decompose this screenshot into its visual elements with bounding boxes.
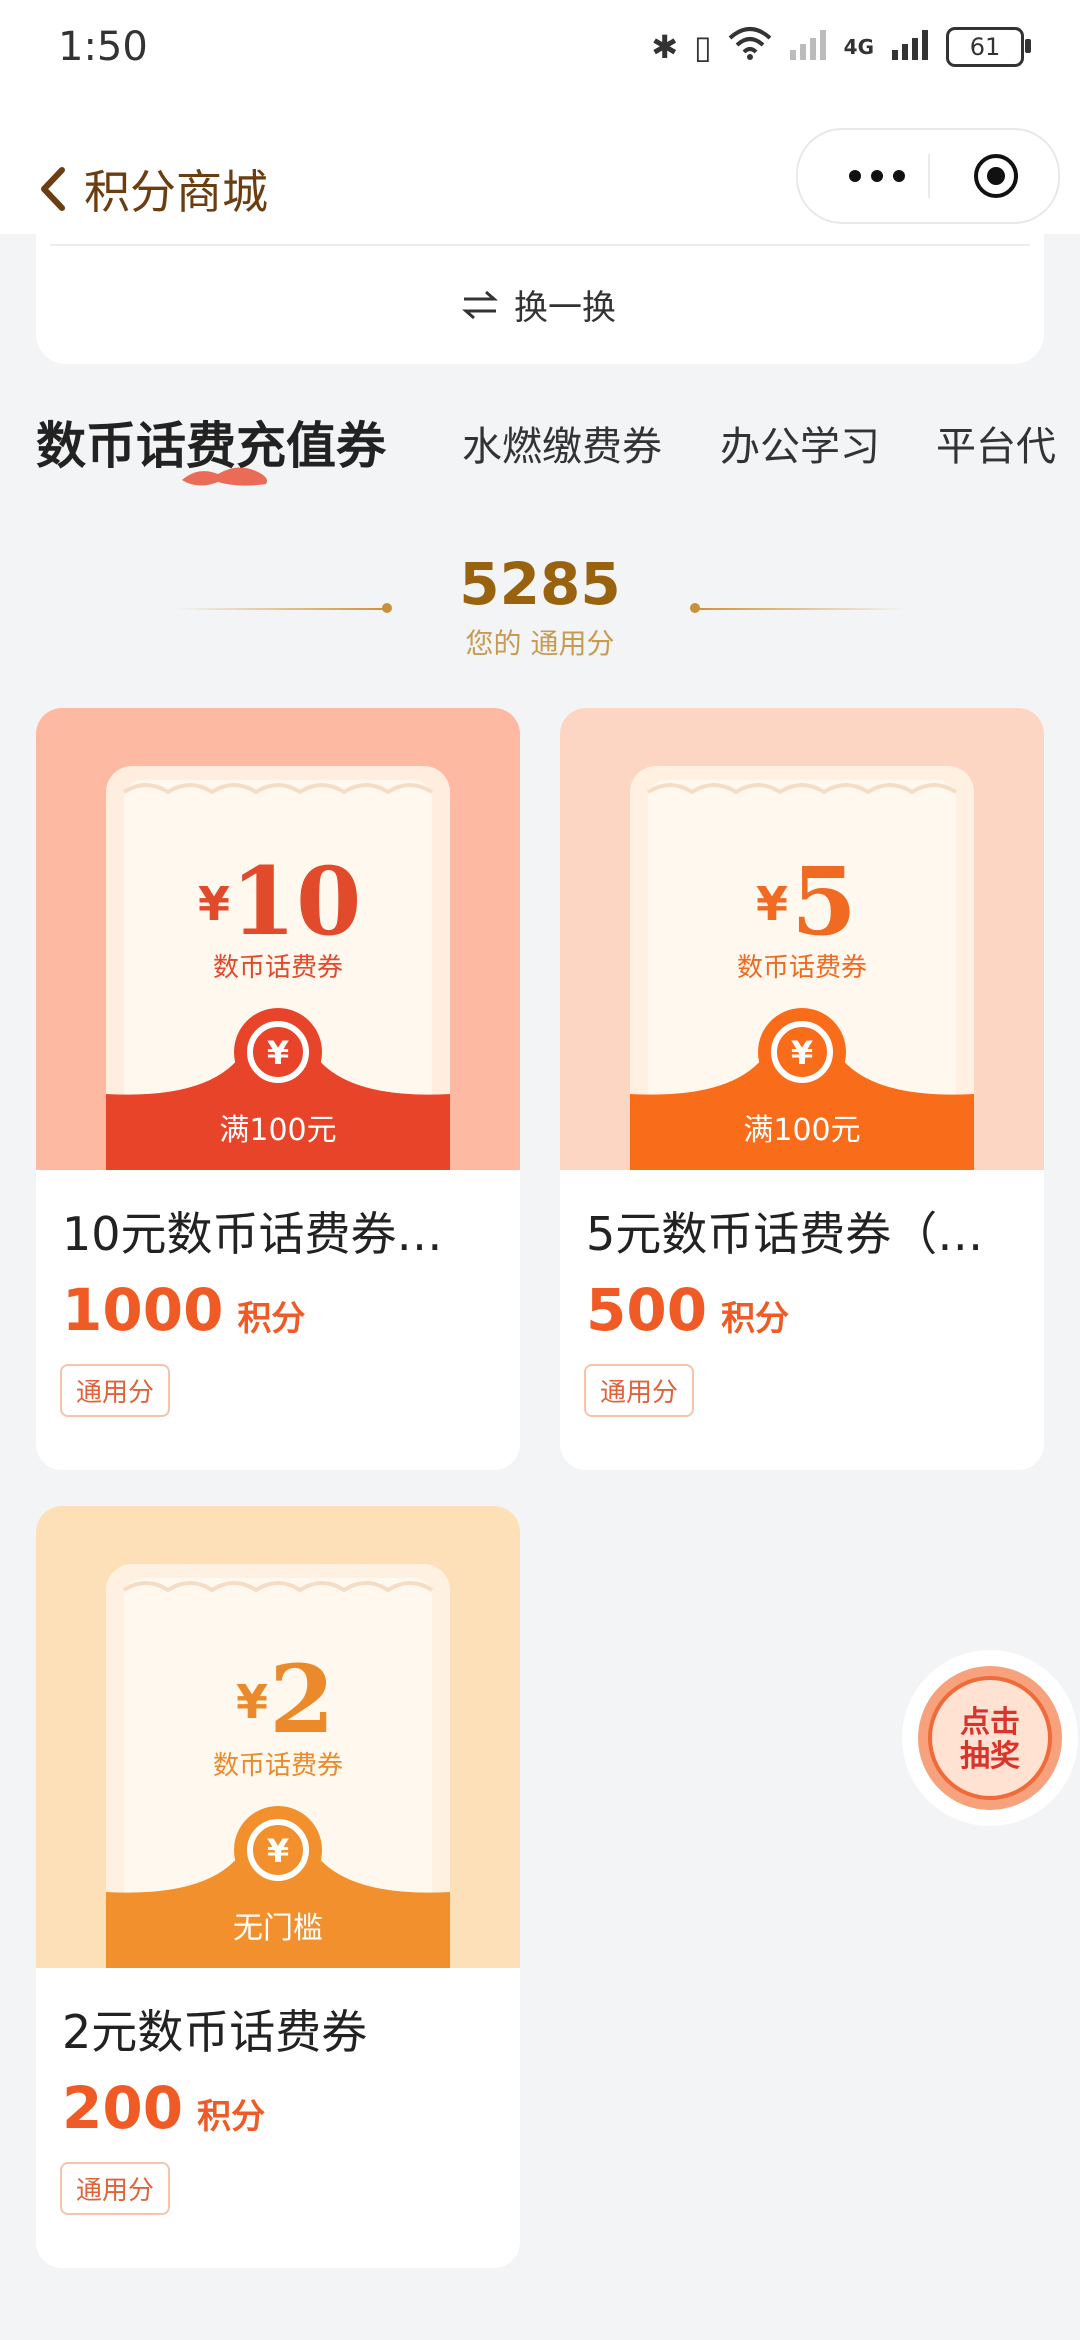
divider — [50, 244, 1030, 246]
wifi-icon — [728, 26, 772, 68]
lottery-line2: 抽奖 — [960, 1739, 1020, 1774]
swap-card: 换一换 — [36, 234, 1044, 364]
ticket-currency: ¥ — [198, 877, 230, 931]
ticket-currency: ¥ — [236, 1675, 268, 1729]
more-button[interactable] — [832, 152, 922, 200]
ticket-name: 数币话费券 — [737, 953, 867, 983]
target-icon — [974, 154, 1018, 198]
swap-label: 换一换 — [514, 288, 616, 328]
product-title: 10元数币话费券… — [62, 1207, 443, 1261]
ticket-amount: 5 — [791, 847, 856, 957]
svg-text:¥: ¥ — [791, 1034, 813, 1072]
product-card[interactable]: ¥ 5 数币话费券 ¥ 满100元 5元数币话费券（… 500 积分 通用分 — [560, 708, 1044, 1470]
category-tabs: 数币话费充值券 水燃缴费券 办公学习 平台代 — [0, 400, 1080, 500]
ticket-condition: 满100元 — [219, 1113, 336, 1148]
chevron-left-icon — [41, 167, 65, 211]
signal-icon — [890, 26, 930, 68]
product-card[interactable]: ¥ 10 数币话费券 ¥ 满100元 10元数币话费券… 1000 积分 通用分 — [36, 708, 520, 1470]
price-unit: 积分 — [237, 1299, 306, 1339]
ticket-condition: 满100元 — [743, 1113, 860, 1148]
back-button[interactable] — [32, 162, 72, 216]
swap-icon — [462, 290, 498, 319]
product-card[interactable]: ¥ 2 数币话费券 ¥ 无门槛 2元数币话费券 200 积分 通用分 — [36, 1506, 520, 2268]
active-tab-cloud-icon — [182, 467, 267, 486]
points-type-tag: 通用分 — [60, 2162, 171, 2215]
points-type-tag: 通用分 — [584, 1364, 695, 1417]
lottery-badge-icon: 点击 抽奖 — [902, 1650, 1078, 1826]
status-icons: ✱ ▯ 4G 61 — [651, 26, 1031, 68]
battery-icon: 61 — [946, 27, 1031, 67]
lottery-line1: 点击 — [960, 1705, 1020, 1740]
points-value: 5285 — [459, 550, 621, 618]
capsule-divider — [928, 154, 930, 198]
price-value: 1000 — [62, 1276, 224, 1344]
price-value: 500 — [586, 1276, 708, 1344]
price-value: 200 — [62, 2074, 184, 2142]
product-price: 500 积分 — [586, 1276, 789, 1344]
points-type-tag: 通用分 — [60, 1364, 171, 1417]
ticket-currency: ¥ — [756, 877, 788, 931]
nav-bar: 积分商城 — [0, 100, 1080, 234]
lottery-float-button[interactable]: 点击 抽奖 — [900, 1648, 1080, 1828]
coupon-image: ¥ 2 数币话费券 ¥ 无门槛 — [36, 1506, 520, 1968]
ticket-amount: 10 — [231, 847, 362, 957]
coupon-image: ¥ 5 数币话费券 ¥ 满100元 — [560, 708, 1044, 1170]
ticket-amount: 2 — [269, 1645, 334, 1755]
points-summary: 5285 您的 通用分 — [0, 540, 1080, 670]
network-type: 4G — [843, 35, 874, 59]
price-unit: 积分 — [197, 2097, 266, 2137]
tab-office-study[interactable]: 办公学习 — [720, 414, 880, 472]
product-title: 2元数币话费券 — [62, 2005, 368, 2059]
ticket-name: 数币话费券 — [213, 1751, 343, 1781]
ticket-name: 数币话费券 — [213, 953, 343, 983]
svg-text:¥: ¥ — [267, 1034, 289, 1072]
battery-level: 61 — [969, 33, 1001, 61]
decor-line — [694, 608, 906, 610]
price-unit: 积分 — [721, 1299, 790, 1339]
product-price: 200 积分 — [62, 2074, 265, 2142]
status-bar: 1:50 ✱ ▯ 4G 61 — [0, 0, 1080, 100]
points-label: 您的 通用分 — [465, 627, 615, 660]
vibrate-icon: ▯ — [694, 28, 712, 66]
tab-utility-coupon[interactable]: 水燃缴费券 — [462, 414, 662, 472]
ticket-condition: 无门槛 — [233, 1911, 323, 1946]
status-time: 1:50 — [58, 24, 148, 70]
page-title: 积分商城 — [84, 165, 268, 219]
mini-program-capsule — [796, 128, 1060, 224]
close-miniprogram-button[interactable] — [972, 152, 1020, 200]
bluetooth-icon: ✱ — [651, 28, 679, 66]
swap-button[interactable]: 换一换 — [460, 280, 616, 329]
signal-off-icon — [788, 26, 828, 68]
coupon-image: ¥ 10 数币话费券 ¥ 满100元 — [36, 708, 520, 1170]
tab-platform[interactable]: 平台代 — [936, 414, 1056, 472]
more-dots-icon — [849, 170, 905, 182]
svg-text:¥: ¥ — [267, 1832, 289, 1870]
product-price: 1000 积分 — [62, 1276, 305, 1344]
product-title: 5元数币话费券（… — [586, 1207, 984, 1261]
